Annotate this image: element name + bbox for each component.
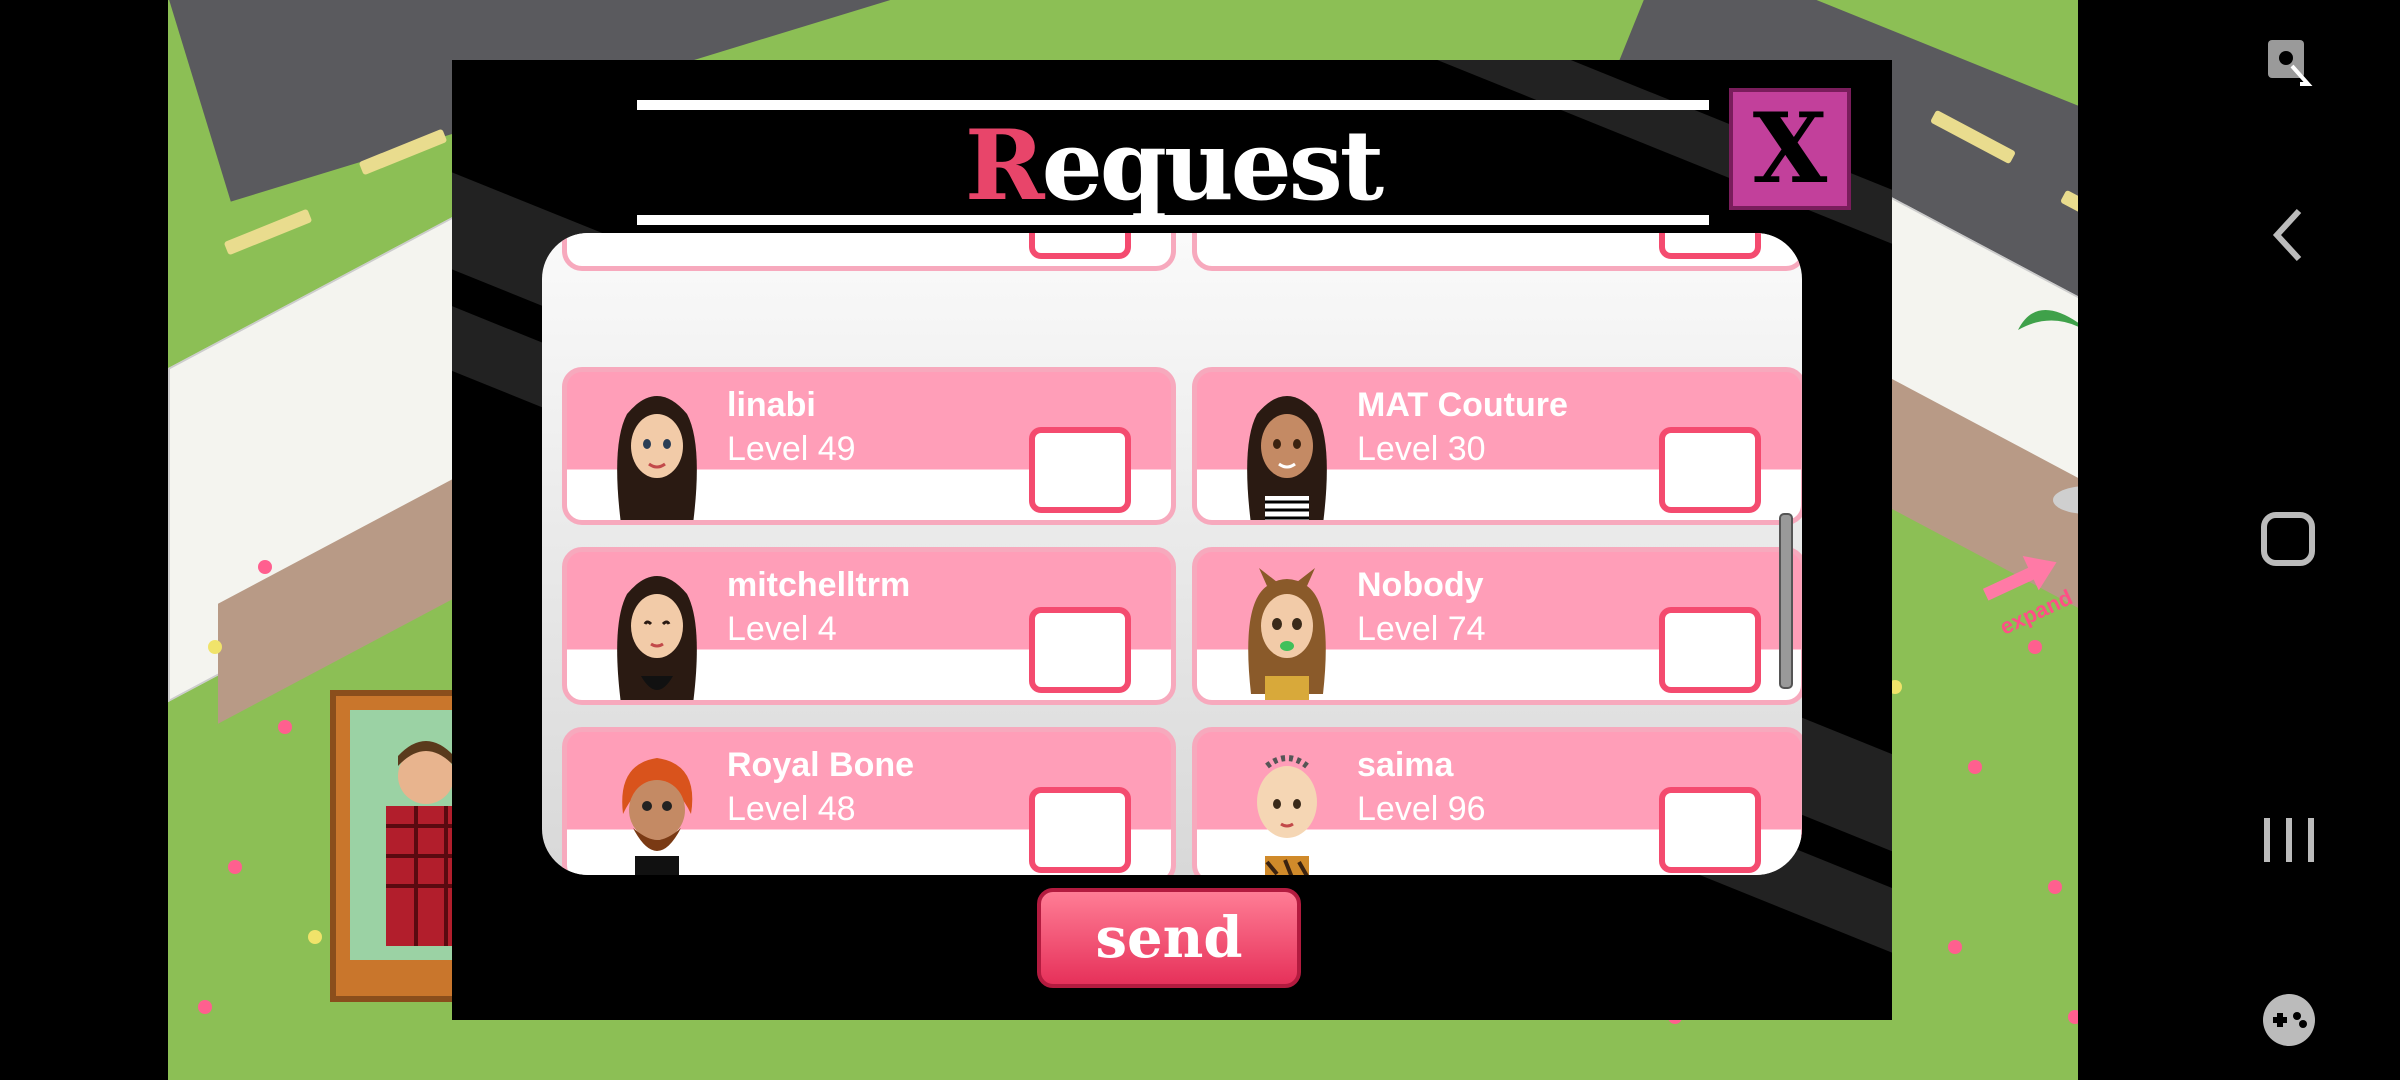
send-label: send [1095, 905, 1243, 971]
flower-icon [198, 1000, 212, 1014]
friend-checkbox[interactable] [1029, 427, 1131, 513]
flower-icon [1948, 940, 1962, 954]
friend-checkbox[interactable] [1659, 787, 1761, 873]
system-nav-bar [2178, 0, 2400, 1080]
recent-apps-icon[interactable] [2178, 800, 2400, 880]
friend-name: Nobody [1357, 566, 1484, 604]
avatar [1257, 755, 1317, 875]
friend-card[interactable]: mitchelltrm Level 4 [562, 547, 1176, 705]
friend-checkbox[interactable] [1659, 607, 1761, 693]
flower-icon [208, 640, 222, 654]
friend-card[interactable]: MAT Couture Level 30 [1192, 367, 1802, 525]
game-tools-icon[interactable] [2178, 980, 2400, 1060]
friend-level: Level 96 [1357, 790, 1486, 828]
friend-card-partial[interactable] [1192, 233, 1802, 271]
friend-checkbox[interactable] [1029, 607, 1131, 693]
friend-card[interactable]: Royal Bone Level 48 [562, 727, 1176, 875]
friend-checkbox[interactable] [1029, 787, 1131, 873]
list-scrollbar[interactable] [1779, 513, 1793, 689]
title-rest: equest [1041, 109, 1384, 222]
palm-tree-icon [2018, 310, 2078, 514]
friend-name: MAT Couture [1357, 386, 1568, 424]
flower-icon [228, 860, 242, 874]
friend-level: Level 48 [727, 790, 856, 828]
close-button[interactable]: X [1729, 88, 1851, 210]
title-rule-bottom [637, 215, 1709, 225]
flower-icon [258, 560, 272, 574]
friend-checkbox[interactable] [1659, 233, 1761, 259]
home-icon[interactable] [2178, 500, 2400, 580]
avatar [1247, 396, 1327, 520]
friend-list-panel[interactable]: linabi Level 49 MAT Couture Level 30 mit… [542, 233, 1802, 875]
avatar [622, 758, 693, 875]
send-button[interactable]: send [1037, 888, 1301, 988]
road-marking [223, 208, 313, 256]
friend-level: Level 49 [727, 430, 856, 468]
flower-icon [2028, 640, 2042, 654]
avatar [1248, 568, 1326, 700]
friend-card[interactable]: linabi Level 49 [562, 367, 1176, 525]
friend-level: Level 4 [727, 610, 837, 648]
back-icon[interactable] [2178, 195, 2400, 275]
friend-level: Level 74 [1357, 610, 1486, 648]
friend-name: Royal Bone [727, 746, 915, 784]
flower-icon [278, 720, 292, 734]
friend-card[interactable]: Nobody Level 74 [1192, 547, 1802, 705]
friend-list[interactable]: linabi Level 49 MAT Couture Level 30 mit… [562, 233, 1802, 875]
screen-lock-icon[interactable] [2178, 20, 2400, 100]
friend-card-partial[interactable] [562, 233, 1176, 271]
title-first-letter: R [964, 109, 1045, 222]
friend-level: Level 30 [1357, 430, 1486, 468]
avatar [617, 396, 697, 520]
friend-checkbox[interactable] [1029, 233, 1131, 259]
close-icon[interactable]: X [1753, 101, 1827, 197]
dialog-title: Request [637, 116, 1709, 216]
friend-name: linabi [727, 386, 816, 424]
friend-card[interactable]: saima Level 96 [1192, 727, 1802, 875]
friend-name: mitchelltrm [727, 566, 911, 604]
flower-icon [308, 930, 322, 944]
flower-icon [2048, 880, 2062, 894]
flower-icon [1968, 760, 1982, 774]
friend-checkbox[interactable] [1659, 427, 1761, 513]
request-dialog: Request X linabi Level 49 MAT Couture Le… [452, 60, 1892, 1020]
flower-icon [2068, 1010, 2078, 1024]
avatar [617, 576, 697, 700]
friend-name: saima [1357, 746, 1454, 784]
